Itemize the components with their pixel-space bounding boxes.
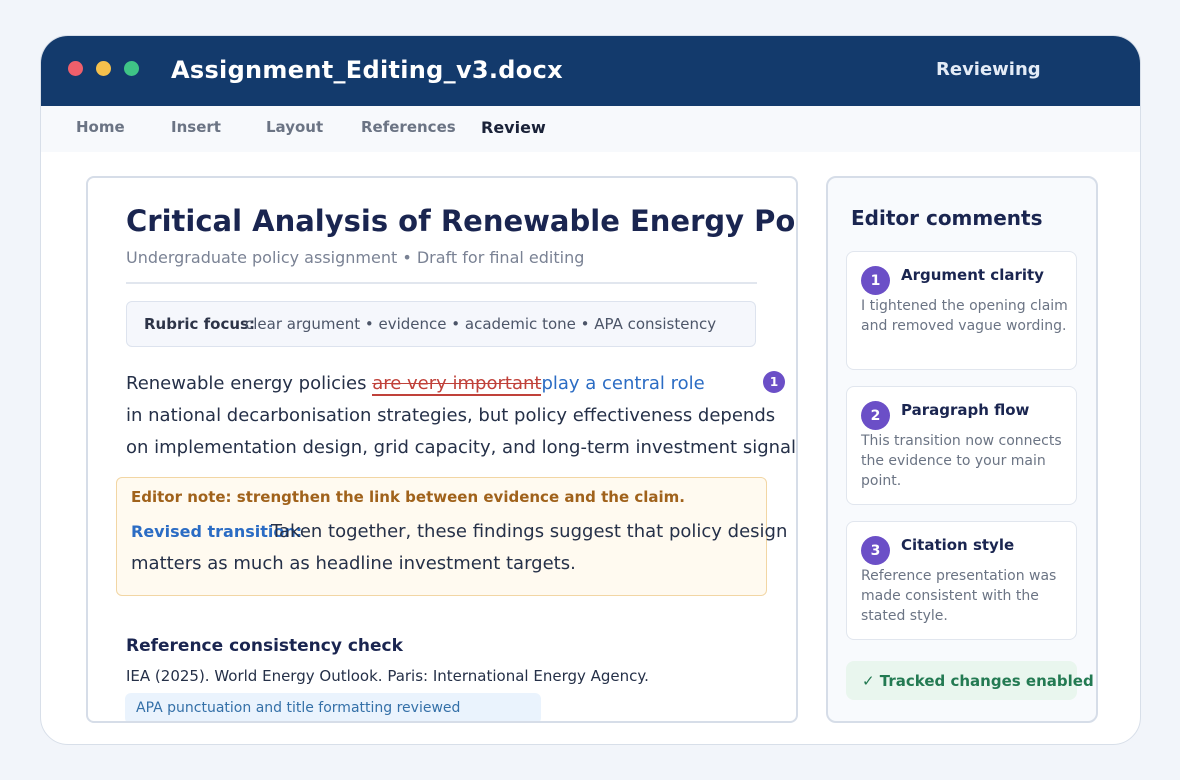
revised-transition-line-1: Taken together, these findings suggest t… [271,521,788,542]
paragraph-text: Renewable energy policies [126,373,373,394]
tracked-changes-status-text: ✓ Tracked changes enabled [862,672,1094,690]
tracked-changes-status[interactable]: ✓ Tracked changes enabled [846,661,1094,700]
minimize-window-button[interactable] [96,61,111,76]
document-page: Critical Analysis of Renewable Energy Po… [86,176,798,723]
paragraph-line-2: in national decarbonisation strategies, … [126,405,776,426]
reference-check-heading: Reference consistency check [126,636,403,656]
editor-note-heading: Editor note: strengthen the link between… [131,488,685,506]
tab-home[interactable]: Home [76,118,125,136]
comment-title: Argument clarity [901,266,1044,284]
ribbon-tab-bar: Home Insert Layout References Review [41,106,1140,152]
maximize-window-button[interactable] [124,61,139,76]
comment-number-badge: 3 [861,536,890,565]
paragraph-line-3: on implementation design, grid capacity,… [126,437,798,458]
reference-review-badge: APA punctuation and title formatting rev… [125,693,541,721]
comments-panel: Editor comments 1 Argument clarity I tig… [826,176,1098,723]
comment-body: This transition now connects the evidenc… [861,433,1062,489]
document-subtitle: Undergraduate policy assignment • Draft … [126,248,585,267]
tracked-deletion[interactable]: are very important [372,373,542,396]
reviewing-mode-label: Reviewing [936,59,1041,80]
comment-body: I tightened the opening claim and remove… [861,298,1068,334]
tab-insert[interactable]: Insert [171,118,221,136]
paragraph-line-1: Renewable energy policies are very impor… [126,373,705,396]
title-bar: Assignment_Editing_v3.docx Reviewing [41,36,1140,106]
comment-title: Paragraph flow [901,401,1030,419]
comment-marker-1[interactable]: 1 [763,371,785,393]
tracked-insertion[interactable]: play a central role [541,373,704,394]
editor-note-box: Editor note: strengthen the link between… [116,477,787,596]
reference-entry: IEA (2025). World Energy Outlook. Paris:… [126,667,649,685]
comment-number-badge: 2 [861,401,890,430]
app-window: Assignment_Editing_v3.docx Reviewing Hom… [40,35,1141,745]
title-divider [126,282,757,284]
close-window-button[interactable] [68,61,83,76]
comment-card-3[interactable]: 3 Citation style Reference presentation … [846,521,1077,640]
comment-body: Reference presentation was made consiste… [861,568,1057,624]
rubric-label: Rubric focus: [144,315,255,333]
comment-card-2[interactable]: 2 Paragraph flow This transition now con… [846,386,1077,505]
reference-review-badge-text: APA punctuation and title formatting rev… [136,700,461,716]
revised-transition-line-2: matters as much as headline investment t… [131,553,576,574]
comment-number-badge: 1 [861,266,890,295]
tab-references[interactable]: References [361,118,456,136]
rubric-box: Rubric focus: clear argument • evidence … [126,301,756,347]
document-filename: Assignment_Editing_v3.docx [171,56,563,84]
rubric-text: clear argument • evidence • academic ton… [245,315,717,333]
tab-layout[interactable]: Layout [266,118,323,136]
document-title: Critical Analysis of Renewable Energy Po… [126,204,798,238]
tab-review[interactable]: Review [481,118,546,137]
comments-panel-title: Editor comments [851,206,1043,230]
comment-card-1[interactable]: 1 Argument clarity I tightened the openi… [846,251,1077,370]
comment-title: Citation style [901,536,1015,554]
